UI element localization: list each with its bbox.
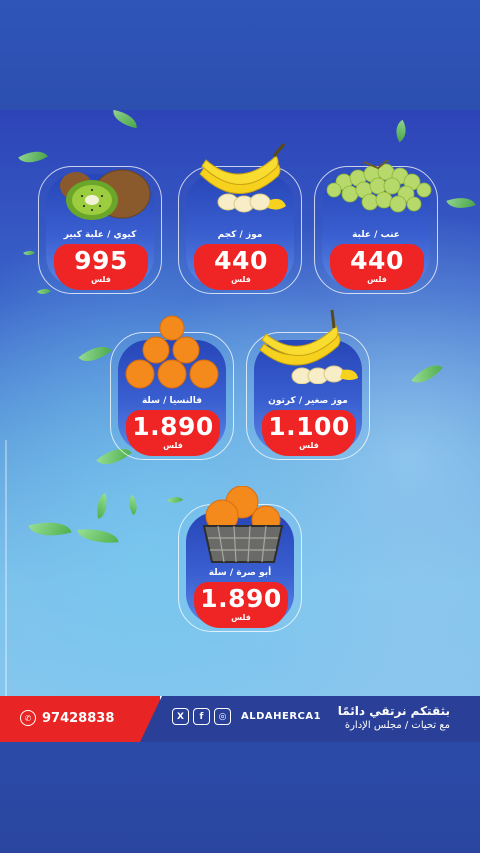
product-label: فالنسيا / سلة	[141, 396, 203, 406]
price-tag: 1.890 فلس	[126, 410, 220, 456]
product-card-small-bananas[interactable]: موز صغير / كرتون 1.100 فلس	[246, 309, 370, 460]
oranges-image	[125, 315, 219, 389]
social-links: X f ◎ ALDAHERCA1	[172, 708, 321, 725]
price-tag: 995 فلس	[54, 244, 148, 290]
leaf-decoration	[390, 119, 412, 143]
facebook-icon[interactable]: f	[193, 708, 210, 725]
price-amount: 995	[74, 246, 128, 275]
bananas-image	[199, 143, 286, 213]
price-currency: فلس	[91, 275, 111, 284]
price-currency: فلس	[231, 275, 251, 284]
price-tag: 440 فلس	[194, 244, 288, 290]
instagram-icon[interactable]: ◎	[214, 708, 231, 725]
leaf-decoration	[411, 357, 443, 391]
slogan-line-1: بثقتكم نرتقي دائمًا	[337, 704, 450, 718]
price-amount: 1.890	[132, 412, 214, 441]
price-currency: فلس	[299, 441, 319, 450]
bananas-image	[259, 309, 358, 384]
scroll-indicator	[5, 440, 7, 740]
whatsapp-icon: ✆	[20, 710, 36, 726]
product-label: موز / كجم	[217, 230, 263, 240]
price-amount: 1.100	[268, 412, 350, 441]
price-amount: 440	[350, 246, 404, 275]
leaf-decoration	[23, 247, 35, 259]
phone-contact[interactable]: ✆ 97428838	[20, 710, 114, 726]
product-card-bananas[interactable]: موز / كجم 440 فلس	[178, 143, 302, 294]
product-card-navel-orange[interactable]: أبو صرة / سلة 1.890 فلس	[178, 486, 302, 632]
leaf-decoration	[110, 110, 140, 129]
price-currency: فلس	[231, 613, 251, 622]
price-tag: 1.100 فلس	[262, 410, 356, 456]
product-label: أبو صرة / سلة	[208, 568, 272, 578]
top-background	[0, 0, 480, 110]
price-tag: 440 فلس	[330, 244, 424, 290]
product-label: موز صغير / كرتون	[268, 396, 348, 406]
product-card-kiwi[interactable]: كيوي / علبة كبير 995 فلس	[38, 166, 162, 294]
footer-bar: ✆ 97428838 X f ◎ ALDAHERCA1 بثقتكم نرتقي…	[0, 696, 480, 742]
price-currency: فلس	[163, 441, 183, 450]
x-icon[interactable]: X	[172, 708, 189, 725]
slogan-line-2: مع تحيات / مجلس الإدارة	[344, 720, 450, 731]
slogan: بثقتكم نرتقي دائمًا مع تحيات / مجلس الإد…	[338, 703, 450, 733]
price-amount: 440	[214, 246, 268, 275]
product-card-valencia[interactable]: فالنسيا / سلة 1.890 فلس	[110, 315, 234, 460]
offers-poster: عنب / علبة 440 فلس موز / كجم 440 فلس كيو…	[0, 110, 480, 742]
oranges-basket-image	[202, 486, 284, 563]
bottom-background	[0, 742, 480, 853]
leaf-decoration	[77, 526, 119, 546]
leaf-decoration	[78, 338, 112, 370]
social-handle: ALDAHERCA1	[241, 711, 322, 722]
product-label: كيوي / علبة كبير	[63, 230, 137, 240]
product-card-grapes[interactable]: عنب / علبة 440 فلس	[314, 159, 438, 294]
price-amount: 1.890	[200, 584, 282, 613]
leaf-decoration	[446, 191, 476, 215]
grapes-image	[326, 159, 432, 213]
phone-number: 97428838	[42, 710, 115, 726]
price-currency: فلس	[367, 275, 387, 284]
leaf-decoration	[28, 515, 72, 543]
kiwi-image	[60, 169, 151, 220]
leaf-decoration	[94, 493, 110, 519]
price-tag: 1.890 فلس	[194, 582, 288, 628]
product-label: عنب / علبة	[352, 230, 400, 240]
leaf-decoration	[124, 494, 142, 516]
